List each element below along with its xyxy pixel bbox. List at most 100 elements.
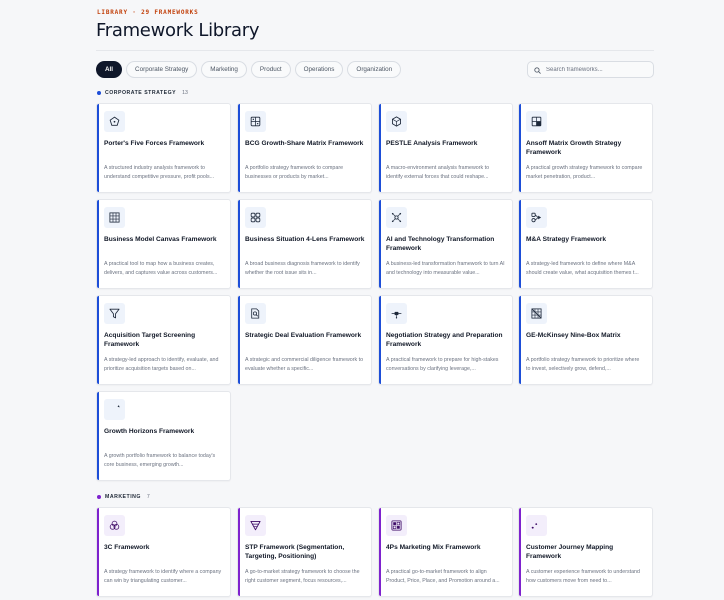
card-title: AI and Technology Transformation Framewo… xyxy=(386,236,495,252)
card-description: A practical growth strategy framework to… xyxy=(526,165,643,180)
framework-card[interactable]: 3C Framework A strategy framework to iden… xyxy=(96,507,231,597)
card-description: A broad business diagnosis framework to … xyxy=(245,261,360,276)
card-accent-bar xyxy=(379,104,381,192)
card-title: 3C Framework xyxy=(104,544,150,551)
card-title: Growth Horizons Framework xyxy=(104,428,195,435)
card-title: Acquisition Target Screening Framework xyxy=(104,332,196,348)
framework-card[interactable]: M&A Strategy Framework A strategy-led fra… xyxy=(518,199,653,289)
nine-box-icon xyxy=(526,303,547,324)
card-description: A portfolio strategy framework to compar… xyxy=(245,165,344,180)
card-accent-bar xyxy=(238,296,240,384)
framework-card[interactable]: Negotiation Strategy and Preparation Fra… xyxy=(378,295,513,385)
card-description: A portfolio strategy framework to priori… xyxy=(526,357,640,372)
card-accent-bar xyxy=(97,104,99,192)
section-dot xyxy=(97,91,101,95)
stp-funnel-icon xyxy=(245,515,266,536)
card-title: GE-McKinsey Nine-Box Matrix xyxy=(526,332,621,339)
three-circles-icon xyxy=(104,515,125,536)
card-title: Business Situation 4-Lens Framework xyxy=(245,236,365,243)
card-title: Customer Journey Mapping Framework xyxy=(526,544,614,560)
section-count: 7 xyxy=(146,494,150,500)
framework-card[interactable]: STP Framework (Segmentation, Targeting, … xyxy=(237,507,372,597)
document-search-icon xyxy=(245,303,266,324)
section-header-marketing: MARKETING 7 xyxy=(97,494,150,500)
framework-card[interactable]: Business Model Canvas Framework A practic… xyxy=(96,199,231,289)
filter-chip-all[interactable]: All xyxy=(96,61,123,78)
search-box[interactable] xyxy=(527,61,654,78)
matrix-arrow-icon xyxy=(526,111,547,132)
journey-path-icon xyxy=(526,515,547,536)
page-title: Framework Library xyxy=(96,20,260,41)
four-lens-icon xyxy=(245,207,266,228)
card-accent-bar xyxy=(97,508,99,596)
card-description: A growth portfolio framework to balance … xyxy=(104,453,216,468)
framework-card[interactable]: PESTLE Analysis Framework A macro-environ… xyxy=(378,103,513,193)
card-title: Strategic Deal Evaluation Framework xyxy=(245,332,362,339)
growth-curve-icon xyxy=(104,399,125,420)
card-description: A structured industry analysis framework… xyxy=(104,165,215,180)
funnel-icon xyxy=(104,303,125,324)
card-title: BCG Growth-Share Matrix Framework xyxy=(245,140,364,147)
card-description: A practical framework to prepare for hig… xyxy=(386,357,499,372)
card-description: A go-to-market strategy framework to cho… xyxy=(245,569,360,584)
card-description: A customer experience framework to under… xyxy=(526,569,640,584)
ai-network-icon xyxy=(386,207,407,228)
card-title: M&A Strategy Framework xyxy=(526,236,607,243)
search-icon xyxy=(534,61,541,79)
canvas-grid-icon xyxy=(104,207,125,228)
framework-card[interactable]: Porter's Five Forces Framework A structur… xyxy=(96,103,231,193)
section-dot xyxy=(97,495,101,499)
filter-chip-organization[interactable]: Organization xyxy=(347,61,402,78)
framework-card[interactable]: Growth Horizons Framework A growth portfo… xyxy=(96,391,231,481)
card-title: Negotiation Strategy and Preparation Fra… xyxy=(386,332,503,348)
card-title: Porter's Five Forces Framework xyxy=(104,140,205,147)
grid-2x2-icon xyxy=(245,111,266,132)
card-description: A strategy-led approach to identify, eva… xyxy=(104,357,219,372)
framework-card[interactable]: Acquisition Target Screening Framework A … xyxy=(96,295,231,385)
card-title: Business Model Canvas Framework xyxy=(104,236,217,243)
negotiation-icon xyxy=(386,303,407,324)
card-description: A practical tool to map how a business c… xyxy=(104,261,218,276)
card-title: STP Framework (Segmentation, Targeting, … xyxy=(245,544,345,560)
filter-bar: All Corporate Strategy Marketing Product… xyxy=(96,61,402,78)
section-header-corporate-strategy: CORPORATE STRATEGY 13 xyxy=(97,90,188,96)
pentagon-icon xyxy=(104,111,125,132)
card-accent-bar xyxy=(519,508,521,596)
card-accent-bar xyxy=(238,508,240,596)
search-input[interactable] xyxy=(546,66,646,73)
card-accent-bar xyxy=(97,392,99,480)
header-divider xyxy=(96,50,654,51)
card-accent-bar xyxy=(379,200,381,288)
card-title: 4Ps Marketing Mix Framework xyxy=(386,544,481,551)
card-description: A business-led transformation framework … xyxy=(386,261,505,276)
filter-chip-marketing[interactable]: Marketing xyxy=(201,61,247,78)
card-accent-bar xyxy=(519,200,521,288)
card-description: A practical go-to-market framework to al… xyxy=(386,569,500,584)
framework-card[interactable]: Strategic Deal Evaluation Framework A str… xyxy=(237,295,372,385)
section-count: 13 xyxy=(182,90,188,96)
card-title: Ansoff Matrix Growth Strategy Framework xyxy=(526,140,622,156)
filter-chip-product[interactable]: Product xyxy=(250,61,291,78)
card-accent-bar xyxy=(519,104,521,192)
card-accent-bar xyxy=(97,200,99,288)
framework-card[interactable]: Business Situation 4-Lens Framework A bro… xyxy=(237,199,372,289)
framework-card[interactable]: Customer Journey Mapping Framework A cust… xyxy=(518,507,653,597)
card-title: PESTLE Analysis Framework xyxy=(386,140,478,147)
cube-icon xyxy=(386,111,407,132)
framework-card[interactable]: Ansoff Matrix Growth Strategy Framework A… xyxy=(518,103,653,193)
framework-card[interactable]: 4Ps Marketing Mix Framework A practical g… xyxy=(378,507,513,597)
filter-chip-operations[interactable]: Operations xyxy=(294,61,344,78)
framework-card[interactable]: AI and Technology Transformation Framewo… xyxy=(378,199,513,289)
framework-card[interactable]: BCG Growth-Share Matrix Framework A portf… xyxy=(237,103,372,193)
card-accent-bar xyxy=(379,296,381,384)
framework-card[interactable]: GE-McKinsey Nine-Box Matrix A portfolio s… xyxy=(518,295,653,385)
section-title: CORPORATE STRATEGY xyxy=(105,90,177,96)
card-description: A strategy framework to identify where a… xyxy=(104,569,222,584)
card-accent-bar xyxy=(238,200,240,288)
section-title: MARKETING xyxy=(105,494,141,500)
card-accent-bar xyxy=(238,104,240,192)
four-ps-icon xyxy=(386,515,407,536)
card-accent-bar xyxy=(519,296,521,384)
card-description: A strategy-led framework to define where… xyxy=(526,261,639,276)
filter-chip-corporate-strategy[interactable]: Corporate Strategy xyxy=(126,61,198,78)
